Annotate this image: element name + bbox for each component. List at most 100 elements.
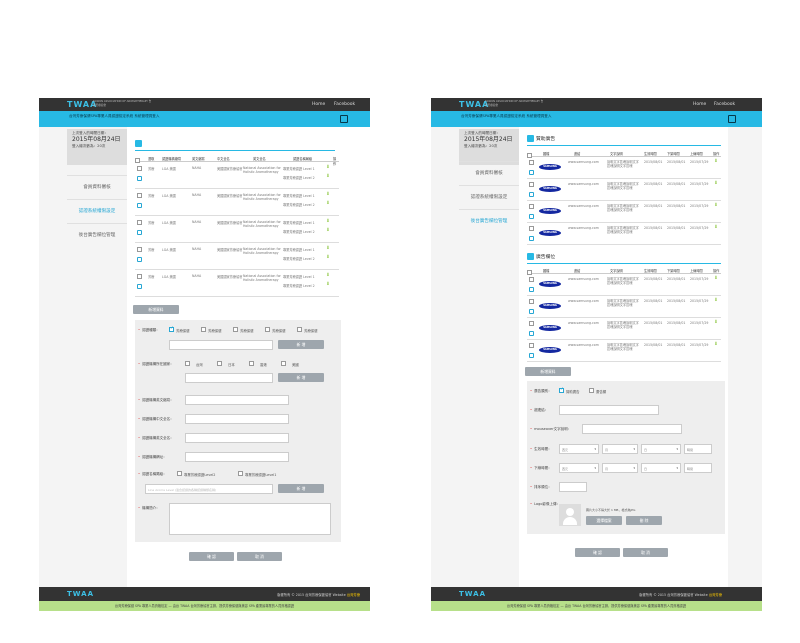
- row-checkbox[interactable]: [137, 247, 142, 252]
- download-icon[interactable]: ⬇: [326, 273, 330, 278]
- type-radio[interactable]: [297, 327, 302, 332]
- download-icon[interactable]: ⬇: [714, 342, 718, 347]
- start-month-select[interactable]: 月: [602, 444, 638, 454]
- sidebar-item-member-review[interactable]: 會員資料審核: [459, 161, 519, 185]
- edit-icon[interactable]: [137, 230, 142, 235]
- download-icon[interactable]: ⬇: [326, 228, 330, 233]
- ad-link[interactable]: www.samsung.com: [568, 204, 599, 208]
- edit-icon[interactable]: [137, 176, 142, 181]
- country-radio[interactable]: [185, 361, 190, 366]
- ad-link[interactable]: www.samsung.com: [568, 299, 599, 303]
- row-checkbox[interactable]: [529, 277, 534, 282]
- cancel-button[interactable]: 取 消: [237, 552, 282, 561]
- start-day-select[interactable]: 日: [641, 444, 681, 454]
- type-input[interactable]: [169, 340, 273, 350]
- type-radio[interactable]: [233, 327, 238, 332]
- edit-icon[interactable]: [340, 115, 348, 123]
- edit-icon[interactable]: [529, 236, 534, 241]
- download-icon[interactable]: ⬇: [326, 174, 330, 179]
- sidebar-item-cert-permissions[interactable]: 認證系統權限設定: [459, 185, 519, 209]
- end-month-select[interactable]: 月: [602, 463, 638, 473]
- download-icon[interactable]: ⬇: [714, 276, 718, 281]
- download-icon[interactable]: ⬇: [326, 282, 330, 287]
- edit-icon[interactable]: [529, 287, 534, 292]
- row-checkbox[interactable]: [137, 220, 142, 225]
- edit-icon[interactable]: [529, 331, 534, 336]
- ad-link[interactable]: www.samsung.com: [568, 226, 599, 230]
- nav-home[interactable]: Home: [693, 102, 706, 107]
- download-icon[interactable]: ⬇: [326, 201, 330, 206]
- delete-file-button[interactable]: 刪 除: [626, 516, 662, 525]
- end-year-select[interactable]: 西元: [559, 463, 599, 473]
- download-icon[interactable]: ⬇: [714, 225, 718, 230]
- ad-link[interactable]: www.samsung.com: [568, 321, 599, 325]
- link-input[interactable]: [559, 405, 659, 415]
- intro-textarea[interactable]: [169, 503, 331, 535]
- sidebar-item-ad-management[interactable]: 後台廣告欄位管理: [459, 209, 519, 233]
- add-record-button[interactable]: 新增資料: [133, 305, 179, 314]
- edit-icon[interactable]: [728, 115, 736, 123]
- download-icon[interactable]: ⬇: [326, 255, 330, 260]
- edit-icon[interactable]: [529, 309, 534, 314]
- download-icon[interactable]: ⬇: [714, 298, 718, 303]
- ad-type-radio[interactable]: [589, 388, 594, 393]
- nav-facebook[interactable]: Facebook: [714, 102, 735, 107]
- cancel-button[interactable]: 取 消: [623, 548, 668, 557]
- sidebar-item-member-review[interactable]: 會員資料審核: [67, 175, 127, 199]
- add-record-button[interactable]: 新增資料: [525, 367, 571, 376]
- site-input[interactable]: [185, 452, 289, 462]
- type-radio[interactable]: [265, 327, 270, 332]
- edit-icon[interactable]: [137, 284, 142, 289]
- download-icon[interactable]: ⬇: [714, 181, 718, 186]
- level-checkbox[interactable]: [238, 471, 243, 476]
- row-checkbox[interactable]: [529, 182, 534, 187]
- country-input[interactable]: [185, 373, 273, 383]
- ad-link[interactable]: www.samsung.com: [568, 343, 599, 347]
- row-checkbox[interactable]: [529, 204, 534, 209]
- download-icon[interactable]: ⬇: [326, 192, 330, 197]
- end-time-input[interactable]: 時間: [684, 463, 712, 473]
- ad-link[interactable]: www.samsung.com: [568, 182, 599, 186]
- en-name-input[interactable]: [185, 433, 289, 443]
- ad-type-radio[interactable]: [559, 387, 564, 393]
- download-icon[interactable]: ⬇: [714, 203, 718, 208]
- abbr-input[interactable]: [185, 395, 289, 405]
- cn-name-input[interactable]: [185, 414, 289, 424]
- edit-icon[interactable]: [137, 203, 142, 208]
- row-checkbox[interactable]: [137, 193, 142, 198]
- row-checkbox[interactable]: [529, 343, 534, 348]
- level-checkbox[interactable]: [177, 471, 182, 476]
- mouseover-input[interactable]: [582, 424, 682, 434]
- download-icon[interactable]: ⬇: [326, 219, 330, 224]
- download-icon[interactable]: ⬇: [714, 159, 718, 164]
- ad-link[interactable]: www.samsung.com: [568, 277, 599, 281]
- row-checkbox[interactable]: [529, 226, 534, 231]
- sidebar-item-ad-management[interactable]: 後台廣告欄位管理: [67, 223, 127, 247]
- download-icon[interactable]: ⬇: [326, 165, 330, 170]
- download-icon[interactable]: ⬇: [326, 246, 330, 251]
- end-day-select[interactable]: 日: [641, 463, 681, 473]
- level-input[interactable]: Line Aroma Level (適合認證的各種認證種類名稱): [145, 484, 273, 494]
- add-country-button[interactable]: 新 增: [278, 373, 324, 382]
- edit-icon[interactable]: [529, 170, 534, 175]
- confirm-button[interactable]: 確 認: [575, 548, 620, 557]
- row-checkbox[interactable]: [137, 166, 142, 171]
- nav-home[interactable]: Home: [312, 102, 325, 107]
- select-file-button[interactable]: 選擇檔案: [586, 516, 622, 525]
- start-time-input[interactable]: 時間: [684, 444, 712, 454]
- row-checkbox[interactable]: [529, 160, 534, 165]
- row-checkbox[interactable]: [529, 299, 534, 304]
- edit-icon[interactable]: [529, 214, 534, 219]
- country-radio[interactable]: [217, 361, 222, 366]
- add-type-button[interactable]: 新 增: [278, 340, 324, 349]
- edit-icon[interactable]: [529, 192, 534, 197]
- order-input[interactable]: [559, 482, 587, 492]
- type-radio[interactable]: [169, 326, 174, 332]
- edit-icon[interactable]: [137, 257, 142, 262]
- country-radio[interactable]: [249, 361, 254, 366]
- edit-icon[interactable]: [529, 353, 534, 358]
- start-year-select[interactable]: 西元: [559, 444, 599, 454]
- confirm-button[interactable]: 確 認: [189, 552, 234, 561]
- ad-link[interactable]: www.samsung.com: [568, 160, 599, 164]
- row-checkbox[interactable]: [137, 274, 142, 279]
